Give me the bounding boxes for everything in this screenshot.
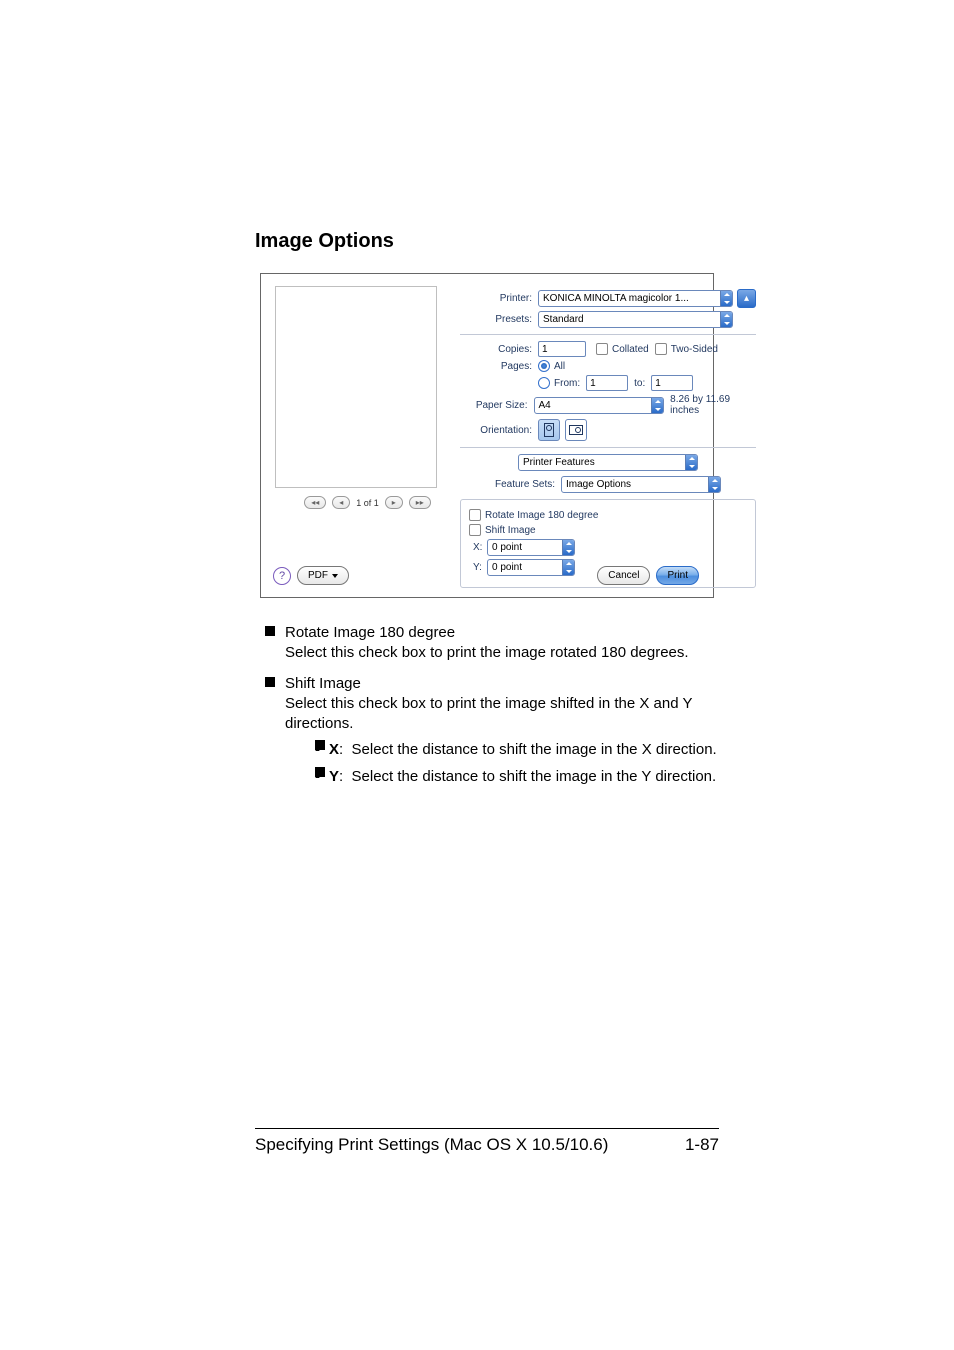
pages-label: Pages: [460,361,532,372]
printer-select[interactable]: KONICA MINOLTA magicolor 1... [538,290,733,307]
pdf-button[interactable]: PDF [297,566,349,585]
preview-first-button[interactable]: ◂◂ [304,496,326,509]
presets-select[interactable]: Standard [538,311,733,328]
print-button[interactable]: Print [656,566,699,585]
feature-sets-select[interactable]: Image Options [561,476,721,493]
shift-x-desc: X: Select the distance to shift the imag… [315,740,719,760]
two-sided-checkbox[interactable] [655,343,667,355]
section-heading: Image Options [255,230,719,253]
orientation-portrait-button[interactable] [538,419,560,441]
preview-nav: ◂◂ ◂ 1 of 1 ▸ ▸▸ [275,496,460,509]
pages-to-label: to: [634,378,645,389]
options-description-list: Rotate Image 180 degree Select this chec… [260,623,719,787]
dialog-pane-select[interactable]: Printer Features [518,454,698,471]
rotate-image-label: Rotate Image 180 degree [485,510,598,521]
footer-title: Specifying Print Settings (Mac OS X 10.5… [255,1135,608,1155]
paper-size-dims: 8.26 by 11.69 inches [670,394,756,416]
shift-x-select[interactable]: 0 point [487,539,575,556]
shift-x-label: X: [473,542,487,553]
help-icon[interactable]: ? [273,567,291,585]
pages-from-label: From: [554,378,580,389]
preview-thumbnail [275,286,437,488]
rotate-image-desc: Rotate Image 180 degree Select this chec… [260,623,719,664]
paper-size-select[interactable]: A4 [534,397,665,414]
preview-next-button[interactable]: ▸ [385,496,403,509]
copies-label: Copies: [460,344,532,355]
pages-to-input[interactable]: 1 [651,375,693,391]
feature-sets-label: Feature Sets: [495,479,555,490]
pages-all-radio[interactable] [538,360,550,372]
preview-page-count: 1 of 1 [356,498,379,508]
orientation-landscape-button[interactable] [565,419,587,441]
printer-label: Printer: [460,293,532,304]
shift-image-label: Shift Image [485,525,536,536]
preview-last-button[interactable]: ▸▸ [409,496,431,509]
pages-from-radio[interactable] [538,377,550,389]
orientation-label: Orientation: [460,425,532,436]
presets-label: Presets: [460,314,532,325]
cancel-button[interactable]: Cancel [597,566,650,585]
printer-status-button[interactable]: ▴ [737,289,756,308]
rotate-image-checkbox[interactable] [469,509,481,521]
collated-checkbox[interactable] [596,343,608,355]
footer-page-number: 1-87 [685,1135,719,1155]
shift-image-checkbox[interactable] [469,524,481,536]
pages-from-input[interactable]: 1 [586,375,628,391]
preview-prev-button[interactable]: ◂ [332,496,350,509]
collated-label: Collated [612,344,649,355]
two-sided-label: Two-Sided [671,344,718,355]
shift-image-desc: Shift Image Select this check box to pri… [260,674,719,787]
copies-input[interactable]: 1 [538,341,586,357]
paper-size-label: Paper Size: [460,400,528,411]
page-footer: Specifying Print Settings (Mac OS X 10.5… [255,1128,719,1155]
shift-y-desc: Y: Select the distance to shift the imag… [315,767,719,787]
pages-all-label: All [554,361,565,372]
print-dialog-screenshot: ◂◂ ◂ 1 of 1 ▸ ▸▸ Printer: KONICA MINOLTA… [260,273,714,598]
